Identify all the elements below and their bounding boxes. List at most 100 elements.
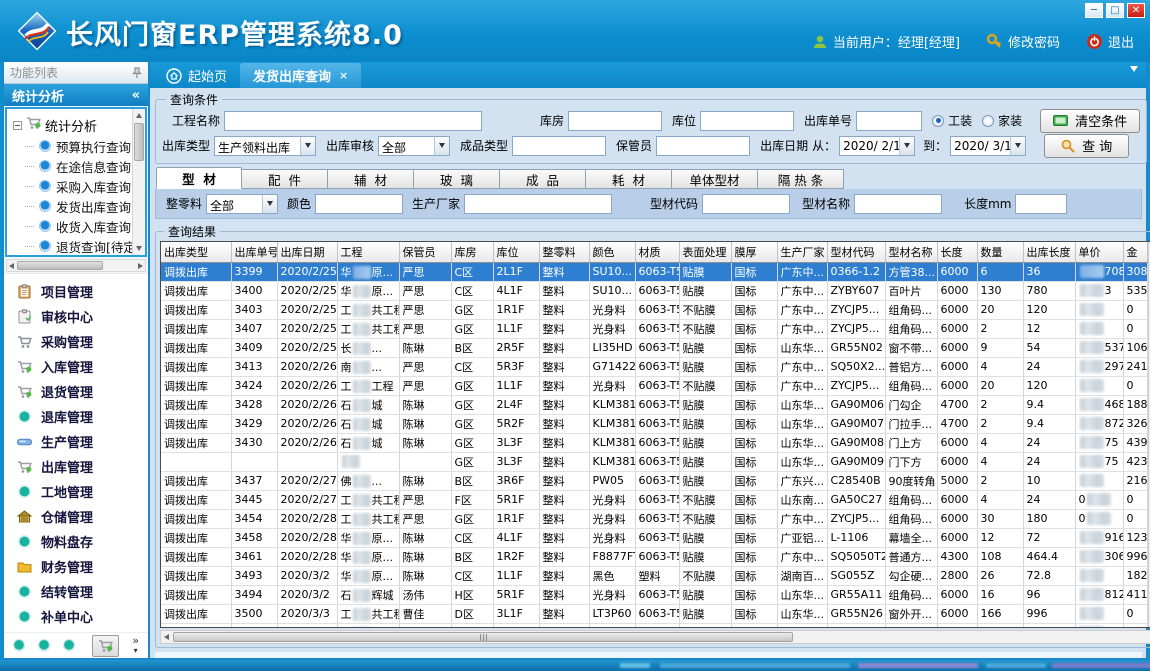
table-row[interactable]: 调拨出库34542020/2/28工共工程严思G区1R1F整料光身料6063-T… [161, 509, 1147, 528]
tree-vertical-scrollbar[interactable] [132, 109, 145, 255]
sidebar-item-入库管理[interactable]: 入库管理 [4, 354, 148, 379]
table-row[interactable]: 调拨出库34302020/2/26石城陈琳G区3L3F整料KLM38176063… [161, 433, 1147, 452]
radio-industrial[interactable] [932, 115, 944, 127]
table-row[interactable]: 调拨出库33992020/2/25华原...严思C区2L1F整料SU10...6… [161, 262, 1147, 281]
column-header[interactable]: 出库单号 [231, 242, 277, 262]
tree-item[interactable]: 退库管理[待定] [13, 256, 131, 257]
column-header[interactable]: 工程 [337, 242, 399, 262]
tree-item[interactable]: 收货入库查询 [13, 216, 131, 236]
minimize-button[interactable]: ─ [1085, 3, 1103, 18]
profile-code-input[interactable] [702, 194, 790, 214]
pin-icon[interactable] [132, 67, 142, 79]
column-header[interactable]: 型材名称 [885, 242, 937, 262]
table-row[interactable]: 调拨出库34242020/2/26工工程严思G区1L1F整料光身料6063-T5… [161, 376, 1147, 395]
column-header[interactable]: 膜厚 [731, 242, 777, 262]
material-tab[interactable]: 玻 璃 [414, 169, 500, 189]
tab-start-page[interactable]: 起始页 [153, 63, 240, 88]
product-type-input[interactable] [512, 136, 606, 156]
close-button[interactable]: ✕ [1127, 3, 1145, 18]
audit-combo[interactable]: 全部 [378, 136, 450, 156]
table-row[interactable]: 调拨出库34612020/2/28华原...陈琳B区1R2F整料F8877FT6… [161, 547, 1147, 566]
tab-close-icon[interactable]: × [339, 69, 348, 82]
table-row[interactable]: 调拨出库34282020/2/26石城陈琳G区2L4F整料KLM38176063… [161, 395, 1147, 414]
table-row[interactable]: 调拨出库34002020/2/25华原...严思C区4L1F整料SU10...6… [161, 281, 1147, 300]
column-header[interactable]: 长度 [937, 242, 977, 262]
logout-button[interactable]: 退出 [1086, 32, 1134, 51]
table-row[interactable]: 调拨出库34372020/2/27佛...陈琳B区3R6F整料PW056063-… [161, 471, 1147, 490]
date-to-picker[interactable]: 2020/ 3/16 [950, 136, 1026, 156]
material-tab[interactable]: 型 材 [156, 167, 242, 189]
module-cart-button[interactable] [92, 635, 120, 657]
column-header[interactable]: 表面处理 [679, 242, 731, 262]
table-horizontal-scrollbar[interactable] [160, 630, 1150, 644]
whole-piece-combo[interactable]: 全部 [206, 194, 278, 214]
sidebar-item-财务管理[interactable]: 财务管理 [4, 554, 148, 579]
module-dot-icon[interactable] [38, 639, 50, 652]
project-name-input[interactable] [224, 111, 482, 131]
material-tab[interactable]: 单体型材 [672, 169, 758, 189]
table-row[interactable]: 调拨出库34582020/2/28华原...陈琳C区4L1F整料光身料6063-… [161, 528, 1147, 547]
material-tab[interactable]: 隔 热 条 [758, 169, 844, 189]
more-modules-button[interactable]: »▾ [132, 636, 139, 655]
sidebar-item-工地管理[interactable]: 工地管理 [4, 479, 148, 504]
column-header[interactable]: 型材代码 [827, 242, 885, 262]
column-header[interactable]: 颜色 [589, 242, 635, 262]
column-header[interactable]: 数量 [977, 242, 1023, 262]
material-tab[interactable]: 辅 材 [328, 169, 414, 189]
sidebar-item-采购管理[interactable]: 采购管理 [4, 329, 148, 354]
tree-item[interactable]: 预算执行查询 [13, 136, 131, 156]
radio-home[interactable] [982, 115, 994, 127]
column-header[interactable]: 出库日期 [277, 242, 337, 262]
column-header[interactable]: 金 [1123, 242, 1147, 262]
table-row[interactable]: 调拨出库34932020/3/2华原...陈琳C区1L1F整料黑色塑料不贴膜国标… [161, 566, 1147, 585]
module-dot-icon[interactable] [63, 639, 75, 652]
sidebar-item-退库管理[interactable]: 退库管理 [4, 404, 148, 429]
material-tab[interactable]: 成 品 [500, 169, 586, 189]
sidebar-item-生产管理[interactable]: 生产管理 [4, 429, 148, 454]
column-header[interactable]: 库位 [493, 242, 539, 262]
location-input[interactable] [700, 111, 794, 131]
change-password-button[interactable]: 修改密码 [986, 32, 1060, 51]
manufacturer-input[interactable] [464, 194, 612, 214]
column-header[interactable]: 整零料 [539, 242, 589, 262]
table-row[interactable]: 调拨出库34292020/2/26石城陈琳G区5R2F整料KLM38176063… [161, 414, 1147, 433]
profile-name-input[interactable] [854, 194, 942, 214]
tree-item[interactable]: 采购入库查询 [13, 176, 131, 196]
sidebar-item-退货管理[interactable]: 退货管理 [4, 379, 148, 404]
tree-item[interactable]: 退货查询[待定] [13, 236, 131, 256]
table-row[interactable]: 调拨出库34092020/2/25长...陈琳B区2R5F整料LI35HD606… [161, 338, 1147, 357]
tree-root[interactable]: 统计分析 [13, 114, 131, 136]
material-tab[interactable]: 配 件 [242, 169, 328, 189]
module-dot-icon[interactable] [13, 639, 25, 652]
sidebar-item-项目管理[interactable]: 项目管理 [4, 279, 148, 304]
collapse-sidebar-button[interactable]: « [132, 88, 140, 103]
length-input[interactable] [1015, 194, 1067, 214]
sidebar-item-结转管理[interactable]: 结转管理 [4, 579, 148, 604]
sidebar-item-补单中心[interactable]: 补单中心 [4, 604, 148, 629]
table-row[interactable]: 调拨出库34072020/2/25工共工程严思G区1L1F整料光身料6063-T… [161, 319, 1147, 338]
search-button[interactable]: 查 询 [1044, 134, 1129, 158]
table-row[interactable]: 调拨出库35102020/3/4工共工程陈琳F区5R1F整料光身料6063-T5… [161, 623, 1147, 627]
sidebar-item-仓储管理[interactable]: 仓储管理 [4, 504, 148, 529]
material-tab[interactable]: 耗 材 [586, 169, 672, 189]
column-header[interactable]: 库房 [451, 242, 493, 262]
tree-item[interactable]: 在途信息查询[待 [13, 156, 131, 176]
tree-horizontal-scrollbar[interactable] [6, 259, 146, 272]
table-row[interactable]: 调拨出库34452020/2/27工共工程严思F区5R1F整料光身料6063-T… [161, 490, 1147, 509]
maximize-button[interactable]: □ [1106, 3, 1124, 18]
tree-item[interactable]: 发货出库查询 [13, 196, 131, 216]
column-header[interactable]: 保管员 [399, 242, 451, 262]
sidebar-item-审核中心[interactable]: 审核中心 [4, 304, 148, 329]
column-header[interactable]: 生产厂家 [777, 242, 827, 262]
out-type-combo[interactable]: 生产领料出库 [214, 136, 316, 156]
keeper-input[interactable] [656, 136, 750, 156]
clear-conditions-button[interactable]: 清空条件 [1040, 109, 1140, 133]
table-row[interactable]: G区3L3F整料KLM38176063-T5贴膜国标山东华...GA90M09.… [161, 452, 1147, 471]
column-header[interactable]: 材质 [635, 242, 679, 262]
tab-list-dropdown-icon[interactable] [1130, 72, 1138, 91]
date-from-picker[interactable]: 2020/ 2/16 [839, 136, 915, 156]
column-header[interactable]: 单价 [1075, 242, 1123, 262]
sidebar-item-出库管理[interactable]: 出库管理 [4, 454, 148, 479]
warehouse-input[interactable] [568, 111, 662, 131]
table-row[interactable]: 调拨出库35002020/3/3工共工程曹佳D区3L1F整料LT3P606063… [161, 604, 1147, 623]
